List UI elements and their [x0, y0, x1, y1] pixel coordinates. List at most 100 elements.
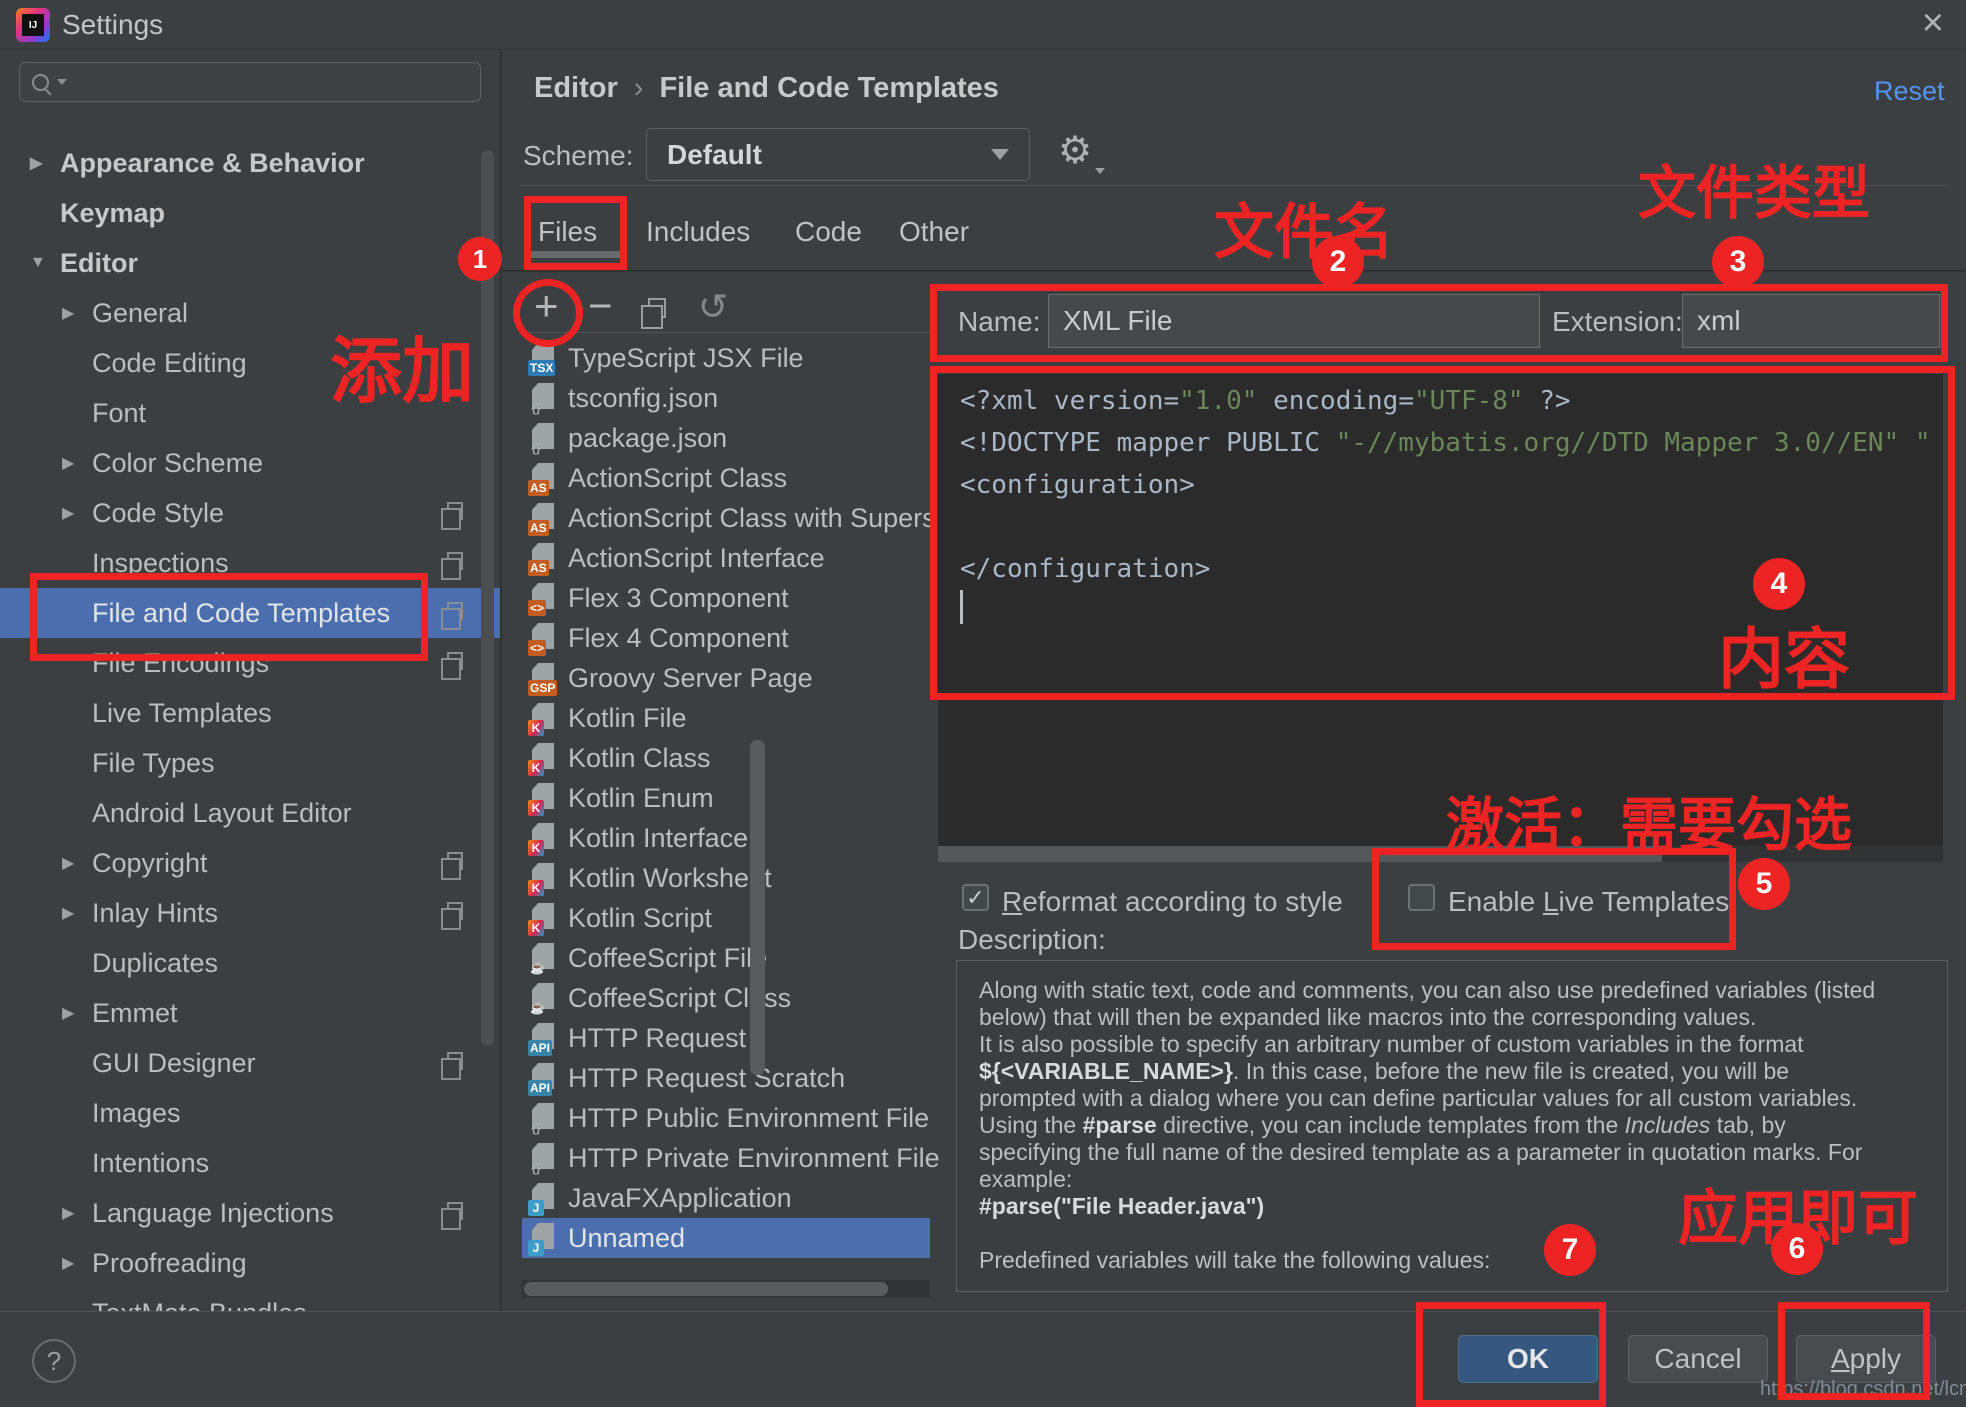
as-file-icon: AS — [530, 503, 556, 533]
sidebar-item-label: Inspections — [92, 548, 229, 579]
template-item-unnamed[interactable]: JUnnamed — [522, 1218, 930, 1258]
sidebar-item-label: Android Layout Editor — [92, 798, 352, 829]
sidebar-item-live-templates[interactable]: Live Templates — [0, 688, 500, 738]
gear-icon[interactable]: ⚙ — [1058, 128, 1092, 173]
search-input[interactable] — [67, 68, 480, 96]
sidebar-item-file-encodings[interactable]: File Encodings — [0, 638, 500, 688]
breadcrumb-editor[interactable]: Editor — [534, 72, 618, 104]
template-item-kotlin-script[interactable]: KKotlin Script — [522, 898, 930, 938]
tab-includes[interactable]: Includes — [646, 216, 750, 248]
copy-scheme-icon — [447, 502, 463, 520]
reset-link[interactable]: Reset — [1874, 76, 1945, 107]
annotation-badge-3: 3 — [1712, 236, 1764, 288]
tab-code[interactable]: Code — [795, 216, 862, 248]
apply-button[interactable]: Apply — [1796, 1335, 1936, 1383]
chevron-right-icon[interactable]: ▶ — [62, 453, 92, 473]
sidebar-item-file-and-code-templates[interactable]: File and Code Templates — [0, 588, 500, 638]
ok-button[interactable]: OK — [1458, 1335, 1598, 1383]
tab-other[interactable]: Other — [899, 216, 969, 248]
sidebar-item-inspections[interactable]: Inspections — [0, 538, 500, 588]
template-item-http-private-environment-file[interactable]: {}HTTP Private Environment File — [522, 1138, 930, 1178]
template-item-coffeescript-file[interactable]: ☕CoffeeScript File — [522, 938, 930, 978]
sidebar-item-duplicates[interactable]: Duplicates — [0, 938, 500, 988]
sidebar-item-language-injections[interactable]: ▶Language Injections — [0, 1188, 500, 1238]
sidebar-item-android-layout-editor[interactable]: Android Layout Editor — [0, 788, 500, 838]
sidebar-item-appearance-behavior[interactable]: ▶Appearance & Behavior — [0, 138, 500, 188]
reformat-checkbox[interactable]: ✓ — [962, 884, 989, 911]
chevron-right-icon[interactable]: ▶ — [62, 903, 92, 923]
chevron-right-icon[interactable]: ▶ — [62, 1253, 92, 1273]
close-icon[interactable]: × — [1922, 2, 1944, 45]
template-item-kotlin-interface[interactable]: KKotlin Interface — [522, 818, 930, 858]
text-run: #parse — [1083, 1112, 1157, 1138]
template-item-kotlin-worksheet[interactable]: KKotlin Worksheet — [522, 858, 930, 898]
sidebar-item-copyright[interactable]: ▶Copyright — [0, 838, 500, 888]
template-item-actionscript-class-with-supers[interactable]: ASActionScript Class with Supers — [522, 498, 930, 538]
dialog-footer: ? OK Cancel Apply — [0, 1311, 1966, 1407]
sidebar-item-textmate-bundles[interactable]: TextMate Bundles — [0, 1288, 500, 1311]
sidebar-item-inlay-hints[interactable]: ▶Inlay Hints — [0, 888, 500, 938]
chevron-right-icon[interactable]: ▶ — [62, 1003, 92, 1023]
template-item-kotlin-file[interactable]: KKotlin File — [522, 698, 930, 738]
template-item-flex-3-component[interactable]: <>Flex 3 Component — [522, 578, 930, 618]
sidebar-item-keymap[interactable]: Keymap — [0, 188, 500, 238]
tab-files[interactable]: Files — [538, 216, 597, 248]
remove-template-button[interactable]: − — [588, 282, 613, 330]
sidebar-item-proofreading[interactable]: ▶Proofreading — [0, 1238, 500, 1288]
template-item-kotlin-class[interactable]: KKotlin Class — [522, 738, 930, 778]
chevron-right-icon[interactable]: ▶ — [62, 853, 92, 873]
sidebar-scrollbar[interactable] — [481, 150, 494, 1046]
java-file-icon: J — [530, 1223, 556, 1253]
sidebar-item-code-style[interactable]: ▶Code Style — [0, 488, 500, 538]
sidebar-item-images[interactable]: Images — [0, 1088, 500, 1138]
sidebar-item-label: Code Editing — [92, 348, 247, 379]
enable-live-templates-label[interactable]: Enable Live Templates — [1448, 886, 1729, 918]
json-file-icon: {} — [530, 1143, 556, 1173]
reformat-checkbox-label[interactable]: Reformat according to style — [1002, 886, 1343, 918]
extension-input[interactable]: xml — [1682, 294, 1940, 348]
template-item-tsconfig-json[interactable]: {}tsconfig.json — [522, 378, 930, 418]
text-run: ${<VARIABLE_NAME>} — [979, 1058, 1233, 1084]
scheme-dropdown[interactable]: Default — [646, 128, 1030, 181]
annotation-filename-note: 文件名 — [1214, 184, 1394, 271]
coffee-file-icon: ☕ — [530, 983, 556, 1013]
revert-button[interactable]: ↺ — [698, 286, 728, 328]
template-item-kotlin-enum[interactable]: KKotlin Enum — [522, 778, 930, 818]
settings-search-box[interactable] — [19, 62, 481, 102]
template-item-actionscript-interface[interactable]: ASActionScript Interface — [522, 538, 930, 578]
cancel-button[interactable]: Cancel — [1628, 1335, 1768, 1383]
template-list-vscrollbar[interactable] — [750, 740, 765, 1075]
template-item-javafxapplication[interactable]: JJavaFXApplication — [522, 1178, 930, 1218]
chevron-right-icon[interactable]: ▶ — [62, 1203, 92, 1223]
template-item-http-public-environment-file[interactable]: {}HTTP Public Environment File — [522, 1098, 930, 1138]
sidebar-item-file-types[interactable]: File Types — [0, 738, 500, 788]
sidebar-item-intentions[interactable]: Intentions — [0, 1138, 500, 1188]
template-list-hscrollbar[interactable] — [524, 1282, 888, 1296]
sidebar-item-gui-designer[interactable]: GUI Designer — [0, 1038, 500, 1088]
template-item-http-request-scratch[interactable]: APIHTTP Request Scratch — [522, 1058, 930, 1098]
enable-live-templates-checkbox[interactable] — [1408, 884, 1435, 911]
template-item-typescript-jsx-file[interactable]: TSXTypeScript JSX File — [522, 338, 930, 378]
sidebar-item-emmet[interactable]: ▶Emmet — [0, 988, 500, 1038]
copy-template-button[interactable] — [648, 298, 666, 318]
template-item-coffeescript-class[interactable]: ☕CoffeeScript Class — [522, 978, 930, 1018]
sidebar-item-editor[interactable]: ▼Editor — [0, 238, 500, 288]
name-input[interactable]: XML File — [1048, 294, 1540, 348]
chevron-right-icon[interactable]: ▶ — [62, 503, 92, 523]
template-item-flex-4-component[interactable]: <>Flex 4 Component — [522, 618, 930, 658]
template-item-label: HTTP Public Environment File — [568, 1103, 929, 1134]
help-button[interactable]: ? — [32, 1339, 76, 1383]
search-options-caret-icon[interactable] — [57, 79, 67, 85]
template-item-label: Groovy Server Page — [568, 663, 813, 694]
chevron-right-icon[interactable]: ▶ — [62, 303, 92, 323]
add-template-button[interactable]: + — [534, 282, 559, 330]
chevron-right-icon[interactable]: ▶ — [30, 153, 60, 173]
template-item-actionscript-class[interactable]: ASActionScript Class — [522, 458, 930, 498]
template-item-package-json[interactable]: {}package.json — [522, 418, 930, 458]
template-item-http-request[interactable]: APIHTTP Request — [522, 1018, 930, 1058]
template-item-groovy-server-page[interactable]: GSPGroovy Server Page — [522, 658, 930, 698]
chevron-down-icon[interactable]: ▼ — [30, 254, 60, 272]
copy-scheme-icon — [447, 552, 463, 570]
chevron-down-icon — [991, 149, 1009, 160]
sidebar-item-color-scheme[interactable]: ▶Color Scheme — [0, 438, 500, 488]
